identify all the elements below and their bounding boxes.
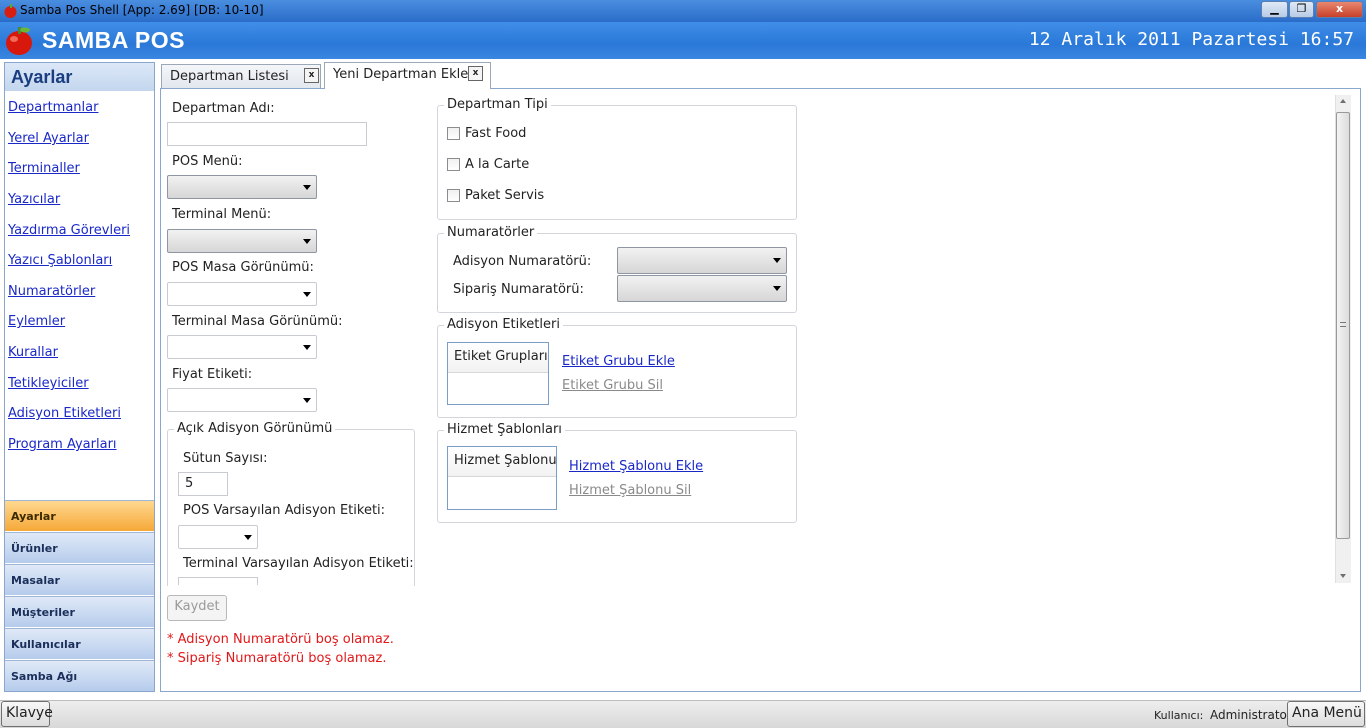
order-numerator-label: Sipariş Numaratörü:	[453, 282, 584, 297]
add-tag-group-link[interactable]: Etiket Grubu Ekle	[562, 354, 675, 369]
nav-masalar[interactable]: Masalar	[5, 564, 154, 595]
scroll-up-icon[interactable]	[1340, 99, 1346, 103]
user-label: Kullanıcı:	[1154, 709, 1204, 722]
fast-food-label: Fast Food	[465, 126, 527, 141]
service-templates-title: Hizmet Şablonları	[444, 422, 565, 437]
chevron-down-icon	[303, 239, 311, 244]
sidebar: Ayarlar Departmanlar Yerel Ayarlar Termi…	[4, 62, 155, 692]
terminal-default-tag-label: Terminal Varsayılan Adisyon Etiketi:	[183, 556, 414, 571]
fast-food-checkbox[interactable]	[447, 127, 460, 140]
pos-default-tag-select[interactable]	[178, 525, 258, 549]
price-tag-label: Fiyat Etiketi:	[172, 367, 253, 382]
sidebar-link-program-ayarlari[interactable]: Program Ayarları	[8, 437, 117, 452]
sidebar-link-numaratorler[interactable]: Numaratörler	[8, 284, 95, 299]
sidebar-link-yazici-sablonlari[interactable]: Yazıcı Şablonları	[8, 253, 112, 268]
tag-groups-list[interactable]: Etiket Grupları	[447, 342, 549, 405]
sidebar-title: Ayarlar	[5, 63, 154, 91]
keyboard-button[interactable]: Klavye	[1, 701, 53, 727]
sidebar-link-yazdirma-gorevleri[interactable]: Yazdırma Görevleri	[8, 223, 130, 238]
tag-groups-header: Etiket Grupları	[448, 343, 548, 373]
chevron-down-icon	[303, 345, 311, 350]
paket-servis-checkbox[interactable]	[447, 189, 460, 202]
save-button[interactable]: Kaydet	[167, 595, 227, 621]
ticket-tags-title: Adisyon Etiketleri	[444, 317, 563, 332]
chevron-down-icon	[303, 398, 311, 403]
nav-urunler[interactable]: Ürünler	[5, 532, 154, 563]
error-order-numerator: * Sipariş Numaratörü boş olamaz.	[167, 651, 387, 666]
nav-musteriler[interactable]: Müşteriler	[5, 596, 154, 627]
maximize-button[interactable]: ❐	[1289, 1, 1314, 18]
tab-close-button[interactable]: x	[468, 66, 483, 81]
service-templates-list[interactable]: Hizmet Şablonu	[447, 446, 557, 510]
chevron-down-icon	[303, 185, 311, 190]
terminal-table-view-label: Terminal Masa Görünümü:	[172, 314, 343, 329]
nav-ayarlar[interactable]: Ayarlar	[5, 500, 154, 531]
scrollbar-thumb[interactable]	[1336, 112, 1350, 539]
tab-label: Yeni Departman Ekle	[333, 67, 469, 82]
apple-logo-icon	[6, 27, 32, 55]
tab-label: Departman Listesi	[170, 69, 289, 84]
a-la-carte-checkbox[interactable]	[447, 158, 460, 171]
tab-yeni-departman-ekle[interactable]: Yeni Departman Ekle x	[324, 62, 491, 89]
app-header: SAMBA POS 12 Aralık 2011 Pazartesi 16:57	[0, 22, 1366, 59]
sidebar-link-yerel-ayarlar[interactable]: Yerel Ayarlar	[8, 131, 89, 146]
chevron-down-icon	[303, 292, 311, 297]
tab-departman-listesi[interactable]: Departman Listesi x	[161, 64, 321, 89]
remove-tag-group-link[interactable]: Etiket Grubu Sil	[562, 378, 663, 393]
main-menu-button[interactable]: Ana Menü	[1287, 701, 1365, 727]
pos-table-view-select[interactable]	[167, 282, 317, 306]
price-tag-select[interactable]	[167, 388, 317, 412]
sidebar-link-yazicilar[interactable]: Yazıcılar	[8, 192, 60, 207]
paket-servis-label: Paket Servis	[465, 188, 545, 203]
add-service-template-link[interactable]: Hizmet Şablonu Ekle	[569, 459, 703, 474]
tab-close-button[interactable]: x	[304, 68, 319, 83]
close-button[interactable]: x	[1316, 1, 1363, 18]
window-title: Samba Pos Shell [App: 2.69] [DB: 10-10]	[20, 3, 264, 17]
chevron-down-icon	[244, 535, 252, 540]
terminal-menu-label: Terminal Menü:	[172, 207, 272, 222]
datetime-display: 12 Aralık 2011 Pazartesi 16:57	[1028, 29, 1354, 50]
order-numerator-select[interactable]	[617, 275, 787, 302]
remove-service-template-link[interactable]: Hizmet Şablonu Sil	[569, 483, 691, 498]
sidebar-link-adisyon-etiketleri[interactable]: Adisyon Etiketleri	[8, 406, 121, 421]
numerators-title: Numaratörler	[444, 225, 538, 240]
service-templates-header: Hizmet Şablonu	[448, 447, 557, 477]
app-apple-icon	[4, 4, 17, 18]
sidebar-link-tetikleyiciler[interactable]: Tetikleyiciler	[8, 376, 89, 391]
pos-table-view-label: POS Masa Görünümü:	[172, 260, 314, 275]
dept-type-title: Departman Tipi	[444, 97, 551, 112]
nav-kullanicilar[interactable]: Kullanıcılar	[5, 628, 154, 659]
pos-default-tag-label: POS Varsayılan Adisyon Etiketi:	[183, 503, 386, 518]
user-name: Administrator	[1210, 708, 1292, 722]
nav-samba-agi[interactable]: Samba Ağı	[5, 660, 154, 691]
ticket-numerator-select[interactable]	[617, 247, 787, 274]
dept-name-input[interactable]	[167, 122, 367, 146]
terminal-default-tag-select[interactable]	[178, 577, 258, 585]
sidebar-link-kurallar[interactable]: Kurallar	[8, 345, 58, 360]
app-brand: SAMBA POS	[42, 27, 185, 53]
bottom-bar: Klavye Kullanıcı: Administrator Ana Menü	[0, 700, 1366, 728]
pos-menu-select[interactable]	[167, 175, 317, 199]
ticket-numerator-label: Adisyon Numaratörü:	[453, 254, 592, 269]
minimize-button[interactable]: ▁	[1261, 1, 1288, 18]
pos-menu-label: POS Menü:	[172, 154, 243, 169]
sidebar-link-terminaller[interactable]: Terminaller	[8, 161, 80, 176]
chevron-down-icon	[773, 286, 781, 291]
sidebar-link-eylemler[interactable]: Eylemler	[8, 314, 65, 329]
sidebar-link-departmanlar[interactable]: Departmanlar	[8, 100, 98, 115]
column-count-input[interactable]: 5	[178, 472, 228, 496]
a-la-carte-label: A la Carte	[465, 157, 530, 172]
open-ticket-view-title: Açık Adisyon Görünümü	[174, 421, 336, 436]
grip-icon	[1340, 322, 1346, 327]
terminal-table-view-select[interactable]	[167, 335, 317, 359]
chevron-down-icon	[773, 258, 781, 263]
error-ticket-numerator: * Adisyon Numaratörü boş olamaz.	[167, 632, 394, 647]
dept-name-label: Departman Adı:	[172, 101, 275, 116]
scroll-down-icon[interactable]	[1340, 574, 1346, 578]
column-count-label: Sütun Sayısı:	[183, 451, 268, 466]
window-titlebar: Samba Pos Shell [App: 2.69] [DB: 10-10] …	[0, 0, 1366, 22]
terminal-menu-select[interactable]	[167, 229, 317, 253]
